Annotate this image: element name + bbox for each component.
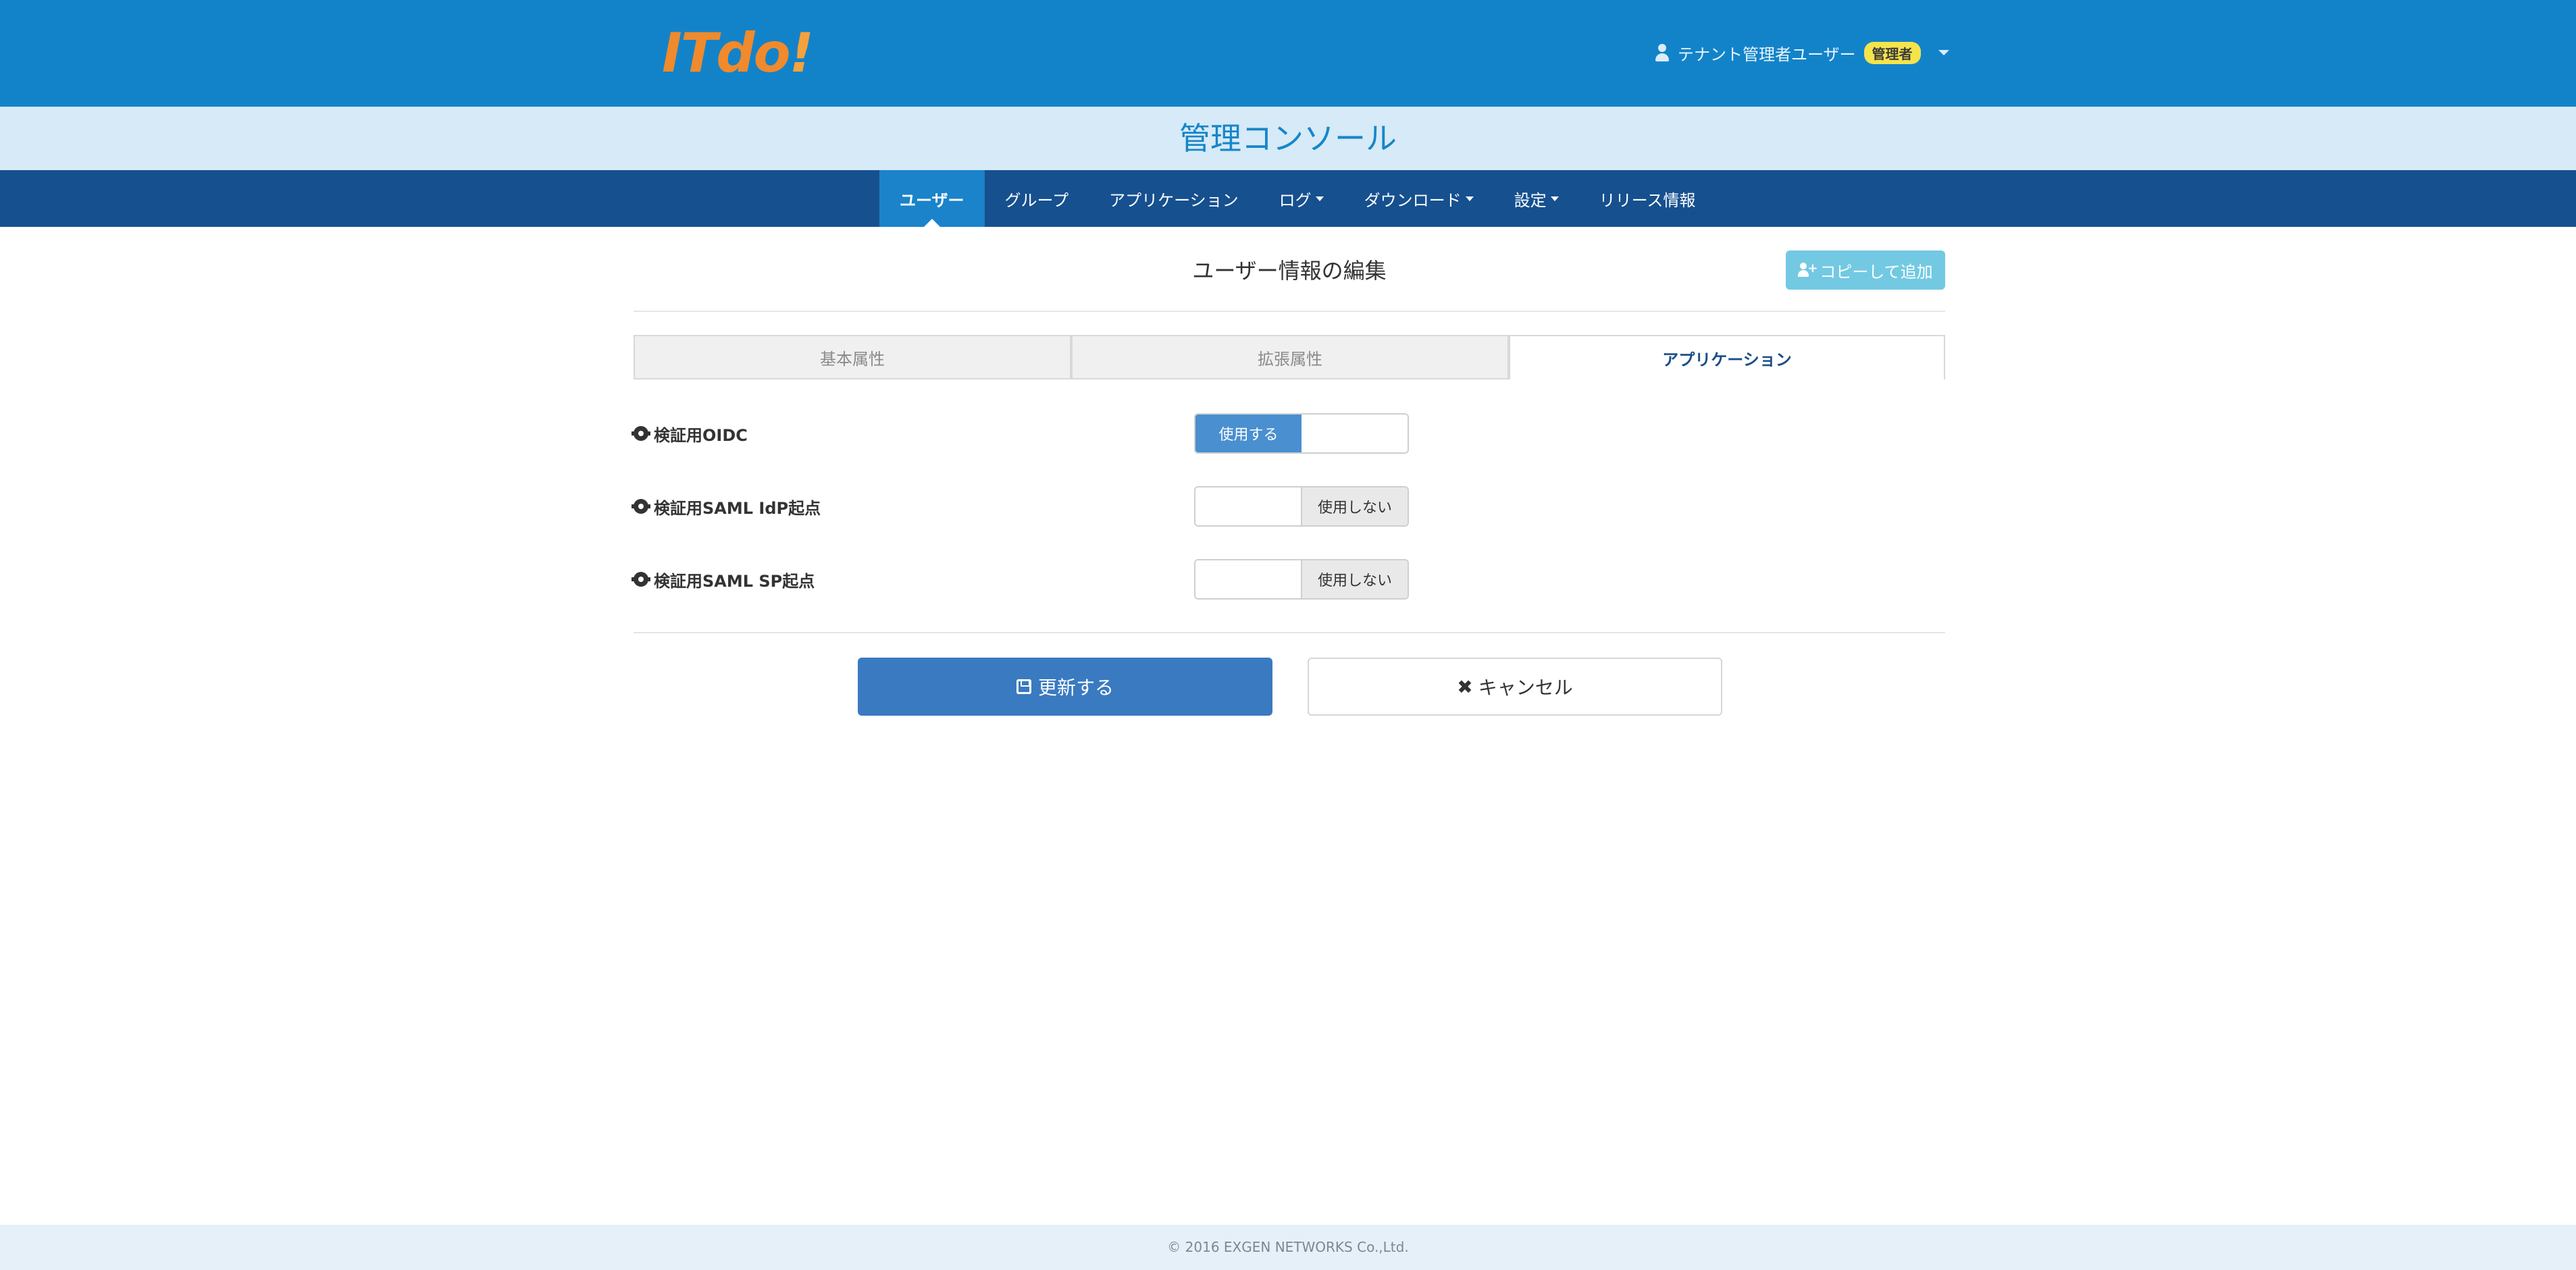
times-icon: ✖	[1457, 675, 1473, 698]
nav-item-settings[interactable]: 設定	[1494, 170, 1579, 227]
copy-and-add-button[interactable]: コピーして追加	[1786, 250, 1945, 290]
add-user-icon	[1798, 261, 1818, 277]
top-header: ITdo! テナント管理者ユーザー 管理者	[0, 0, 2576, 107]
caret-down-icon[interactable]	[1938, 50, 1949, 55]
nav-item-label: ダウンロード	[1364, 190, 1462, 210]
toggle-off-option[interactable]	[1302, 415, 1408, 452]
save-icon	[1016, 679, 1031, 694]
tab-applications[interactable]: アプリケーション	[1509, 335, 1945, 379]
toggle-off-option[interactable]: 使用しない	[1301, 560, 1408, 598]
update-button[interactable]: 更新する	[858, 658, 1272, 716]
gear-icon	[632, 499, 650, 514]
toggle-off-option[interactable]: 使用しない	[1301, 487, 1408, 525]
main-nav: ユーザー グループ アプリケーション ログ ダウンロード 設定 リリース情報	[0, 170, 2576, 227]
app-row-saml-sp: 検証用SAML SP起点 使用しない	[632, 559, 1945, 600]
footer: © 2016 EXGEN NETWORKS Co.,Ltd.	[0, 1225, 2576, 1270]
caret-down-icon	[1465, 196, 1474, 201]
console-title: 管理コンソール	[1179, 120, 1397, 157]
app-label: 検証用SAML IdP起点	[632, 486, 821, 527]
app-name: 検証用SAML IdP起点	[654, 498, 821, 518]
tab-basic-attributes[interactable]: 基本属性	[634, 335, 1071, 379]
itdo-logo[interactable]: ITdo!	[662, 22, 815, 84]
nav-item-label: ユーザー	[900, 190, 964, 210]
nav-item-release-info[interactable]: リリース情報	[1579, 170, 1716, 227]
gear-icon	[632, 426, 650, 441]
app-name: 検証用OIDC	[654, 425, 748, 445]
copy-and-add-label: コピーして追加	[1820, 262, 1933, 282]
caret-down-icon	[1315, 196, 1324, 201]
console-banner: 管理コンソール	[0, 107, 2576, 170]
user-icon	[1655, 44, 1670, 61]
app-label: 検証用SAML SP起点	[632, 559, 815, 600]
nav-item-label: グループ	[1004, 190, 1069, 210]
app-label: 検証用OIDC	[632, 413, 748, 454]
logo-bang: !	[789, 22, 815, 84]
app-row-oidc: 検証用OIDC 使用する	[632, 413, 1945, 454]
tab-label: アプリケーション	[1662, 350, 1792, 369]
app-toggle[interactable]: 使用しない	[1194, 486, 1409, 527]
tab-label: 基本属性	[820, 349, 885, 369]
toggle-on-option[interactable]	[1195, 487, 1301, 525]
tab-label: 拡張属性	[1258, 349, 1322, 369]
cancel-button[interactable]: ✖ キャンセル	[1308, 658, 1722, 716]
toggle-on-option[interactable]: 使用する	[1195, 415, 1302, 452]
divider	[634, 311, 1945, 312]
app-row-saml-idp: 検証用SAML IdP起点 使用しない	[632, 486, 1945, 527]
copyright-text: © 2016 EXGEN NETWORKS Co.,Ltd.	[1167, 1239, 1409, 1255]
nav-item-users[interactable]: ユーザー	[879, 170, 985, 227]
page-title: ユーザー情報の編集	[1192, 258, 1387, 284]
app-toggle[interactable]: 使用する	[1194, 413, 1409, 454]
nav-item-label: アプリケーション	[1109, 190, 1239, 210]
divider	[634, 632, 1945, 633]
app-toggle[interactable]: 使用しない	[1194, 559, 1409, 600]
app-name: 検証用SAML SP起点	[654, 571, 815, 591]
nav-item-download[interactable]: ダウンロード	[1344, 170, 1494, 227]
user-name: テナント管理者ユーザー	[1678, 45, 1856, 64]
role-badge: 管理者	[1863, 41, 1921, 64]
nav-item-applications[interactable]: アプリケーション	[1089, 170, 1259, 227]
nav-item-groups[interactable]: グループ	[985, 170, 1089, 227]
nav-item-label: 設定	[1514, 190, 1547, 210]
logo-text: ITdo	[662, 22, 791, 84]
cancel-label: キャンセル	[1478, 677, 1573, 699]
update-label: 更新する	[1037, 677, 1114, 699]
user-menu[interactable]: テナント管理者ユーザー 管理者	[1655, 38, 1949, 68]
gear-icon	[632, 572, 650, 587]
nav-item-logs[interactable]: ログ	[1259, 170, 1344, 227]
nav-item-label: ログ	[1279, 190, 1312, 210]
tab-extended-attributes[interactable]: 拡張属性	[1071, 335, 1509, 379]
toggle-on-option[interactable]	[1195, 560, 1301, 598]
caret-down-icon	[1550, 196, 1559, 201]
edit-tabs: 基本属性 拡張属性 アプリケーション	[634, 335, 1945, 379]
nav-item-label: リリース情報	[1599, 190, 1696, 210]
